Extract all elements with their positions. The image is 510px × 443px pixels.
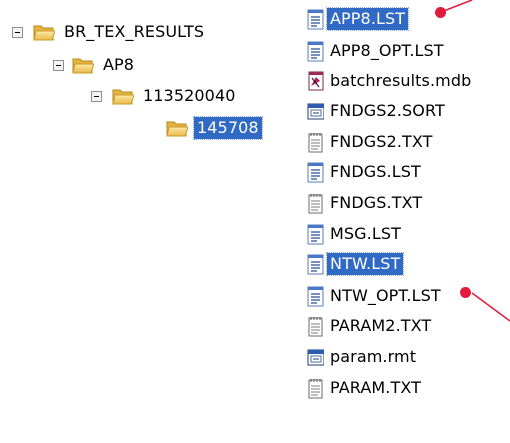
- annotation-dot: [435, 7, 446, 18]
- annotation-dot: [460, 287, 471, 298]
- annotation-pointer-line: [440, 0, 510, 322]
